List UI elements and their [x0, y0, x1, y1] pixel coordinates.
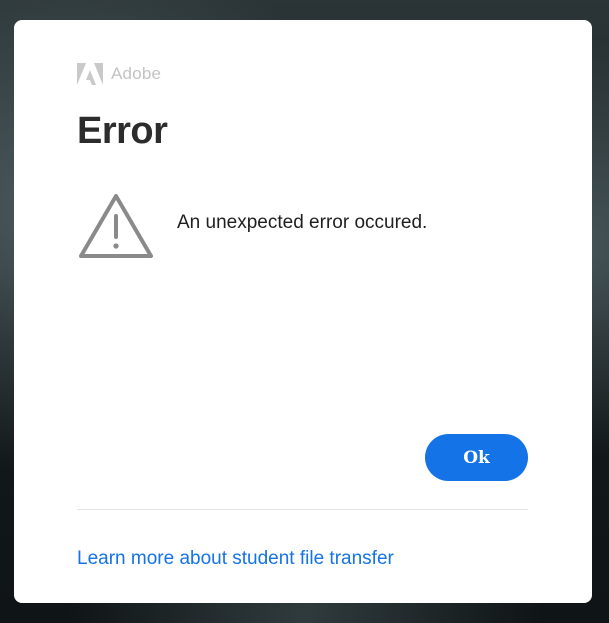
warning-triangle-icon — [79, 194, 153, 258]
brand-name: Adobe — [111, 64, 162, 83]
error-dialog: Adobe Error An unexpected error occured.… — [14, 20, 592, 603]
brand-header: Adobe — [77, 63, 161, 85]
dialog-title: Error — [77, 110, 168, 152]
learn-more-link[interactable]: Learn more about student file transfer — [77, 548, 394, 570]
error-message: An unexpected error occured. — [177, 212, 428, 233]
adobe-logo-icon — [77, 63, 103, 85]
ok-button[interactable]: Ok — [425, 434, 528, 481]
divider — [77, 509, 528, 510]
